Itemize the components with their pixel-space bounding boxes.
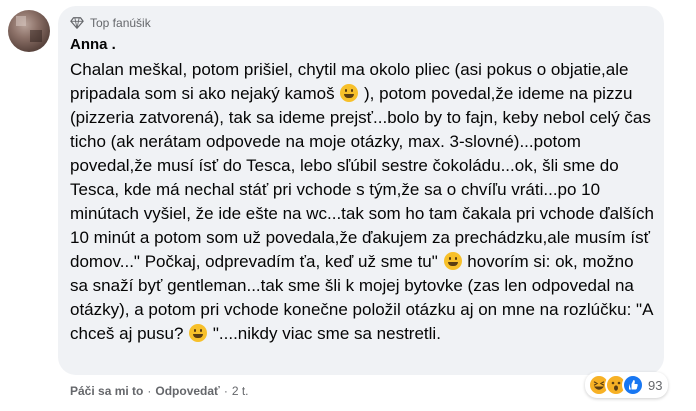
grinning-face-icon <box>340 84 359 102</box>
badge-label: Top fanúšik <box>90 16 151 30</box>
reply-button[interactable]: Odpovedať <box>155 384 219 398</box>
top-fan-badge: Top fanúšik <box>70 16 151 30</box>
comment-actions: Páči sa mi to · Odpovedať · 2 t. <box>70 384 249 398</box>
separator: · <box>223 384 228 398</box>
comment-text-part: "....nikdy viac sme sa nestretli. <box>208 324 441 343</box>
diamond-icon <box>70 17 84 29</box>
avatar[interactable] <box>8 10 50 52</box>
grinning-face-icon <box>189 324 208 342</box>
comment-text: Chalan meškal, potom prišiel, chytil ma … <box>70 58 656 346</box>
reactions-summary[interactable]: 93 <box>585 372 669 398</box>
comment-author[interactable]: Anna . <box>70 36 116 53</box>
reaction-count: 93 <box>648 377 663 393</box>
like-reaction-icon <box>622 374 644 396</box>
separator: · <box>147 384 152 398</box>
timestamp[interactable]: 2 t. <box>232 384 249 398</box>
comment-text-part: ), potom povedal,že ideme na pizzu (pizz… <box>70 84 654 271</box>
grinning-face-icon <box>443 252 462 270</box>
comment-bubble: Top fanúšik Anna . Chalan meškal, potom … <box>58 6 664 375</box>
like-button[interactable]: Páči sa mi to <box>70 384 143 398</box>
